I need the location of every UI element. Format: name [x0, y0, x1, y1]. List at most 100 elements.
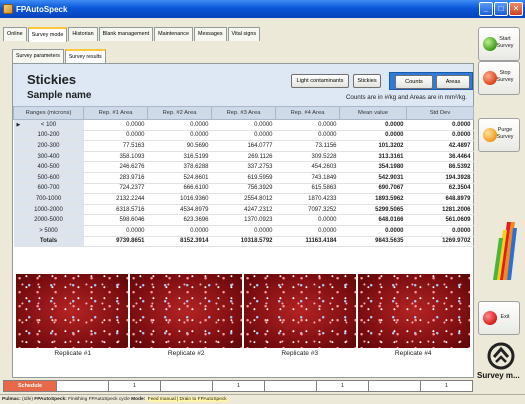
tab-vital-signs[interactable]: Vital signs [227, 27, 261, 41]
range-cell: 600-700 [13, 183, 84, 195]
replicate-image[interactable] [244, 274, 356, 348]
schedule-slot[interactable] [56, 381, 108, 391]
value-cell: 90.5690 [147, 140, 212, 152]
stop-survey-label: Stop Survey [496, 70, 514, 83]
main-tabs: Online Survey mode Historian Blank manag… [3, 27, 261, 42]
replicate-image[interactable] [358, 274, 470, 348]
schedule-slot[interactable]: 1 [108, 381, 160, 391]
value-cell: 8152.3914 [147, 236, 212, 248]
column-header[interactable]: Rep. #2 Area [147, 106, 212, 120]
title-bar[interactable]: FPAutoSpeck _ □ ✕ [0, 0, 525, 18]
value-cell: 0.0000 [83, 130, 148, 142]
purge-survey-button[interactable]: Purge Survey [478, 118, 520, 152]
replicate-label: Replicate #1 [54, 350, 92, 357]
value-cell: 0.0000 [211, 225, 276, 237]
value-cell: 648.0166 [339, 214, 407, 226]
value-cell: 194.3928 [406, 172, 474, 184]
schedule-slot[interactable]: 1 [212, 381, 264, 391]
schedule-bar: Schedule 1 1 1 1 [3, 380, 473, 392]
table-row[interactable]: < 1000.00000.00000.00000.00000.00000.000… [13, 119, 474, 131]
value-cell: 0.0000 [147, 225, 212, 237]
tab-survey-results[interactable]: Survey results [64, 49, 106, 64]
range-cell: 700-1000 [13, 193, 84, 205]
column-header[interactable]: Rep. #1 Area [83, 106, 148, 120]
table-row[interactable]: 400-500 246.6276 378.6288 337.2753 454.2603 3… [13, 161, 474, 173]
table-row[interactable]: 1000-2000 6318.5716 4534.8979 4247.2312 7097… [13, 204, 474, 216]
tab-online[interactable]: Online [3, 27, 27, 41]
replicate-label: Replicate #3 [281, 350, 319, 357]
tab-survey-mode[interactable]: Survey mode [27, 27, 68, 42]
column-header[interactable]: Std Dev [406, 106, 474, 120]
app-icon [3, 4, 13, 14]
stop-survey-button[interactable]: Stop Survey [478, 61, 520, 95]
value-cell: 0.0000 [147, 119, 212, 131]
schedule-slot[interactable] [160, 381, 212, 391]
schedule-slot[interactable] [368, 381, 420, 391]
value-cell: 269.1126 [211, 151, 276, 163]
replicate-image[interactable] [130, 274, 242, 348]
table-row[interactable]: > 5000 0.0000 0.0000 0.0000 0.0000 0.0000 0.00… [13, 225, 474, 237]
value-cell: 561.0609 [406, 214, 474, 226]
maximize-icon[interactable]: □ [494, 2, 508, 16]
value-cell: 77.5163 [83, 140, 148, 152]
schedule-button[interactable]: Schedule [4, 381, 56, 391]
window-controls: _ □ ✕ [479, 2, 523, 16]
start-survey-label: Start Survey [496, 36, 514, 49]
value-cell: 623.3696 [147, 214, 212, 226]
replicate-images [16, 274, 470, 348]
value-cell: 11163.4184 [275, 236, 340, 248]
schedule-slot[interactable]: 1 [420, 381, 472, 391]
table-body: < 1000.00000.00000.00000.00000.00000.000… [13, 119, 474, 248]
schedule-slot[interactable]: 1 [316, 381, 368, 391]
value-cell: 309.5228 [275, 151, 340, 163]
value-cell: 164.0777 [211, 140, 276, 152]
minimize-icon[interactable]: _ [479, 2, 493, 16]
tab-blank-management[interactable]: Blank management [98, 27, 154, 41]
range-cell: 200-300 [13, 140, 84, 152]
value-cell: 0.0000 [406, 130, 474, 142]
value-cell: 648.8979 [406, 193, 474, 205]
survey-mode-label: Survey m... [477, 371, 520, 380]
table-row[interactable]: 200-300 77.5163 90.5690 164.0777 73.1156 101.… [13, 140, 474, 152]
app-window: FPAutoSpeck _ □ ✕ Online Survey mode His… [0, 0, 525, 404]
areas-button[interactable]: Areas [436, 75, 470, 89]
sub-tabs: Survey parameters Survey results [12, 49, 107, 64]
exit-button[interactable]: Exit [478, 301, 520, 335]
value-cell: 743.1849 [275, 172, 340, 184]
light-contaminants-button[interactable]: Light contaminants [291, 74, 349, 88]
value-cell: 4534.8979 [147, 204, 212, 216]
table-row[interactable]: 100-200 0.0000 0.0000 0.0000 0.0000 0.0000 0.0… [13, 130, 474, 142]
table-row[interactable]: 300-400 358.1093 316.5199 269.1126 309.5228 3… [13, 151, 474, 163]
range-cell: Totals [13, 236, 84, 248]
tab-survey-parameters[interactable]: Survey parameters [12, 49, 64, 63]
table-row[interactable]: 700-1000 2132.2244 1016.9360 2554.8012 1870.… [13, 193, 474, 205]
counts-button[interactable]: Counts [395, 75, 433, 89]
value-cell: 10318.5792 [211, 236, 276, 248]
value-cell: 36.4464 [406, 151, 474, 163]
column-header[interactable]: Ranges (microns) [13, 106, 84, 120]
replicate-label: Replicate #4 [394, 350, 432, 357]
value-cell: 6318.5716 [83, 204, 148, 216]
replicate-image[interactable] [16, 274, 128, 348]
table-row[interactable]: 500-600 283.9716 524.8601 619.5959 743.1849 5… [13, 172, 474, 184]
tab-maintenance[interactable]: Maintenance [154, 27, 193, 41]
tab-messages[interactable]: Messages [193, 27, 227, 41]
table-totals-row[interactable]: Totals 9739.8651 8152.3914 10318.5792 11163.… [13, 236, 474, 248]
table-row[interactable]: 2000-5000 598.6046 623.3696 1370.0923 0.0000… [13, 214, 474, 226]
column-header[interactable]: Mean value [339, 106, 407, 120]
survey-status-icon [487, 342, 515, 370]
value-cell: 0.0000 [406, 225, 474, 237]
value-cell: 246.6276 [83, 161, 148, 173]
start-survey-button[interactable]: Start Survey [478, 27, 520, 61]
range-cell: > 5000 [13, 225, 84, 237]
column-header[interactable]: Rep. #4 Area [275, 106, 340, 120]
value-cell: 0.0000 [83, 119, 148, 131]
table-row[interactable]: 600-700 724.2377 666.6100 756.3929 615.5863 6… [13, 183, 474, 195]
close-icon[interactable]: ✕ [509, 2, 523, 16]
tab-historian[interactable]: Historian [68, 27, 98, 41]
page-title: Stickies [27, 72, 77, 87]
column-header[interactable]: Rep. #3 Area [211, 106, 276, 120]
schedule-slot[interactable] [264, 381, 316, 391]
stickies-button[interactable]: Stickies [353, 74, 381, 88]
value-cell: 615.5863 [275, 183, 340, 195]
